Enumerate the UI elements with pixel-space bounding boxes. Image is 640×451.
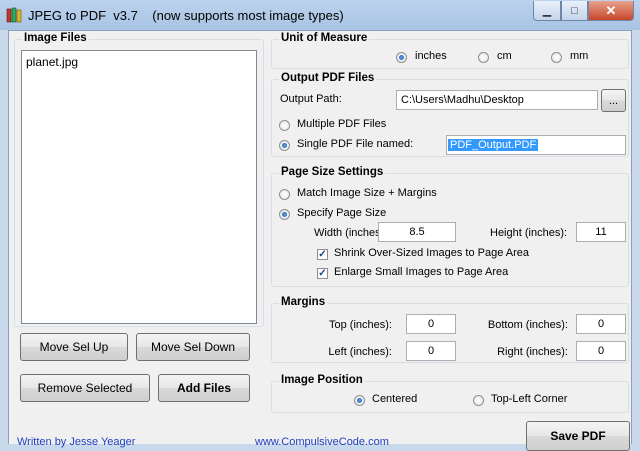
unit-of-measure-group: Unit of Measure inches cm mm [271,32,629,69]
close-button[interactable]: ✕ [588,1,634,21]
unit-mm-label: mm [570,50,589,62]
main-window: Image Files planet.jpg Move Sel Up Move … [8,30,632,451]
unit-cm-label: cm [497,50,512,62]
window-controls: ▁ □ ✕ [533,1,634,21]
minimize-button[interactable]: ▁ [533,1,561,21]
enlarge-small-label: Enlarge Small Images to Page Area [334,266,509,278]
unit-of-measure-title: Unit of Measure [279,32,370,44]
browse-button[interactable]: ... [601,89,626,112]
books-app-icon [6,7,22,23]
output-path-label: Output Path: [280,93,342,105]
centered-label: Centered [372,393,418,405]
margin-left-label: Left (inches): [328,346,392,358]
add-files-button[interactable]: Add Files [158,374,250,402]
margin-bottom-label: Bottom (inches): [487,319,568,331]
output-path-input[interactable]: C:\Users\Madhu\Desktop [396,90,598,110]
match-image-size-label: Match Image Size + Margins [297,187,437,199]
page-size-title: Page Size Settings [279,166,386,178]
single-pdf-name-text: PDF_Output.PDF [448,139,539,151]
width-label: Width (inches): [314,227,388,239]
title-bar[interactable]: JPEG to PDF v3.7 (now supports most imag… [0,0,640,30]
close-icon: ✕ [605,2,617,18]
specify-page-size-radio[interactable] [279,209,290,220]
website-link[interactable]: www.CompulsiveCode.com [255,436,389,448]
maximize-icon: □ [571,4,578,17]
remove-selected-button[interactable]: Remove Selected [20,374,150,402]
centered-radio[interactable] [354,395,365,406]
width-input[interactable]: 8.5 [378,222,456,242]
match-image-size-radio[interactable] [279,189,290,200]
margin-top-label: Top (inches): [329,319,392,331]
shrink-oversized-label: Shrink Over-Sized Images to Page Area [334,247,530,259]
image-position-title: Image Position [279,374,365,386]
single-pdf-name-input[interactable]: PDF_Output.PDF [446,135,626,155]
enlarge-small-checkbox[interactable]: ✓ [317,268,328,279]
margin-left-input[interactable]: 0 [406,341,456,361]
margin-bottom-input[interactable]: 0 [576,314,626,334]
unit-inches-label: inches [415,50,447,62]
output-pdf-group: Output PDF Files Output Path: C:\Users\M… [271,72,629,157]
unit-mm-radio[interactable] [551,52,562,63]
margins-title: Margins [279,296,328,308]
image-files-title: Image Files [22,32,89,44]
image-position-group: Image Position Centered Top-Left Corner [271,374,629,413]
minimize-icon: ▁ [542,5,552,17]
unit-inches-radio[interactable] [396,52,407,63]
maximize-button[interactable]: □ [561,1,588,21]
top-left-corner-label: Top-Left Corner [491,393,568,405]
page-size-group: Page Size Settings Match Image Size + Ma… [271,166,629,287]
output-pdf-title: Output PDF Files [279,72,377,84]
margin-top-input[interactable]: 0 [406,314,456,334]
top-left-corner-radio[interactable] [473,395,484,406]
margin-right-input[interactable]: 0 [576,341,626,361]
single-pdf-label: Single PDF File named: [297,138,414,150]
height-input[interactable]: 11 [576,222,626,242]
author-link[interactable]: Written by Jesse Yeager [17,436,135,448]
margin-right-label: Right (inches): [497,346,568,358]
specify-page-size-label: Specify Page Size [297,207,387,219]
list-item[interactable]: planet.jpg [26,55,78,69]
image-files-group: Image Files planet.jpg [14,32,264,327]
image-files-list[interactable]: planet.jpg [21,50,257,324]
unit-cm-radio[interactable] [478,52,489,63]
save-pdf-button[interactable]: Save PDF [526,421,630,451]
multiple-pdf-radio[interactable] [279,120,290,131]
move-sel-down-button[interactable]: Move Sel Down [136,333,250,361]
multiple-pdf-label: Multiple PDF Files [297,118,387,130]
height-label: Height (inches): [490,227,568,239]
single-pdf-radio[interactable] [279,140,290,151]
move-sel-up-button[interactable]: Move Sel Up [20,333,128,361]
margins-group: Margins Top (inches): 0 Bottom (inches):… [271,296,629,363]
shrink-oversized-checkbox[interactable]: ✓ [317,249,328,260]
window-title: JPEG to PDF v3.7 (now supports most imag… [28,8,344,23]
